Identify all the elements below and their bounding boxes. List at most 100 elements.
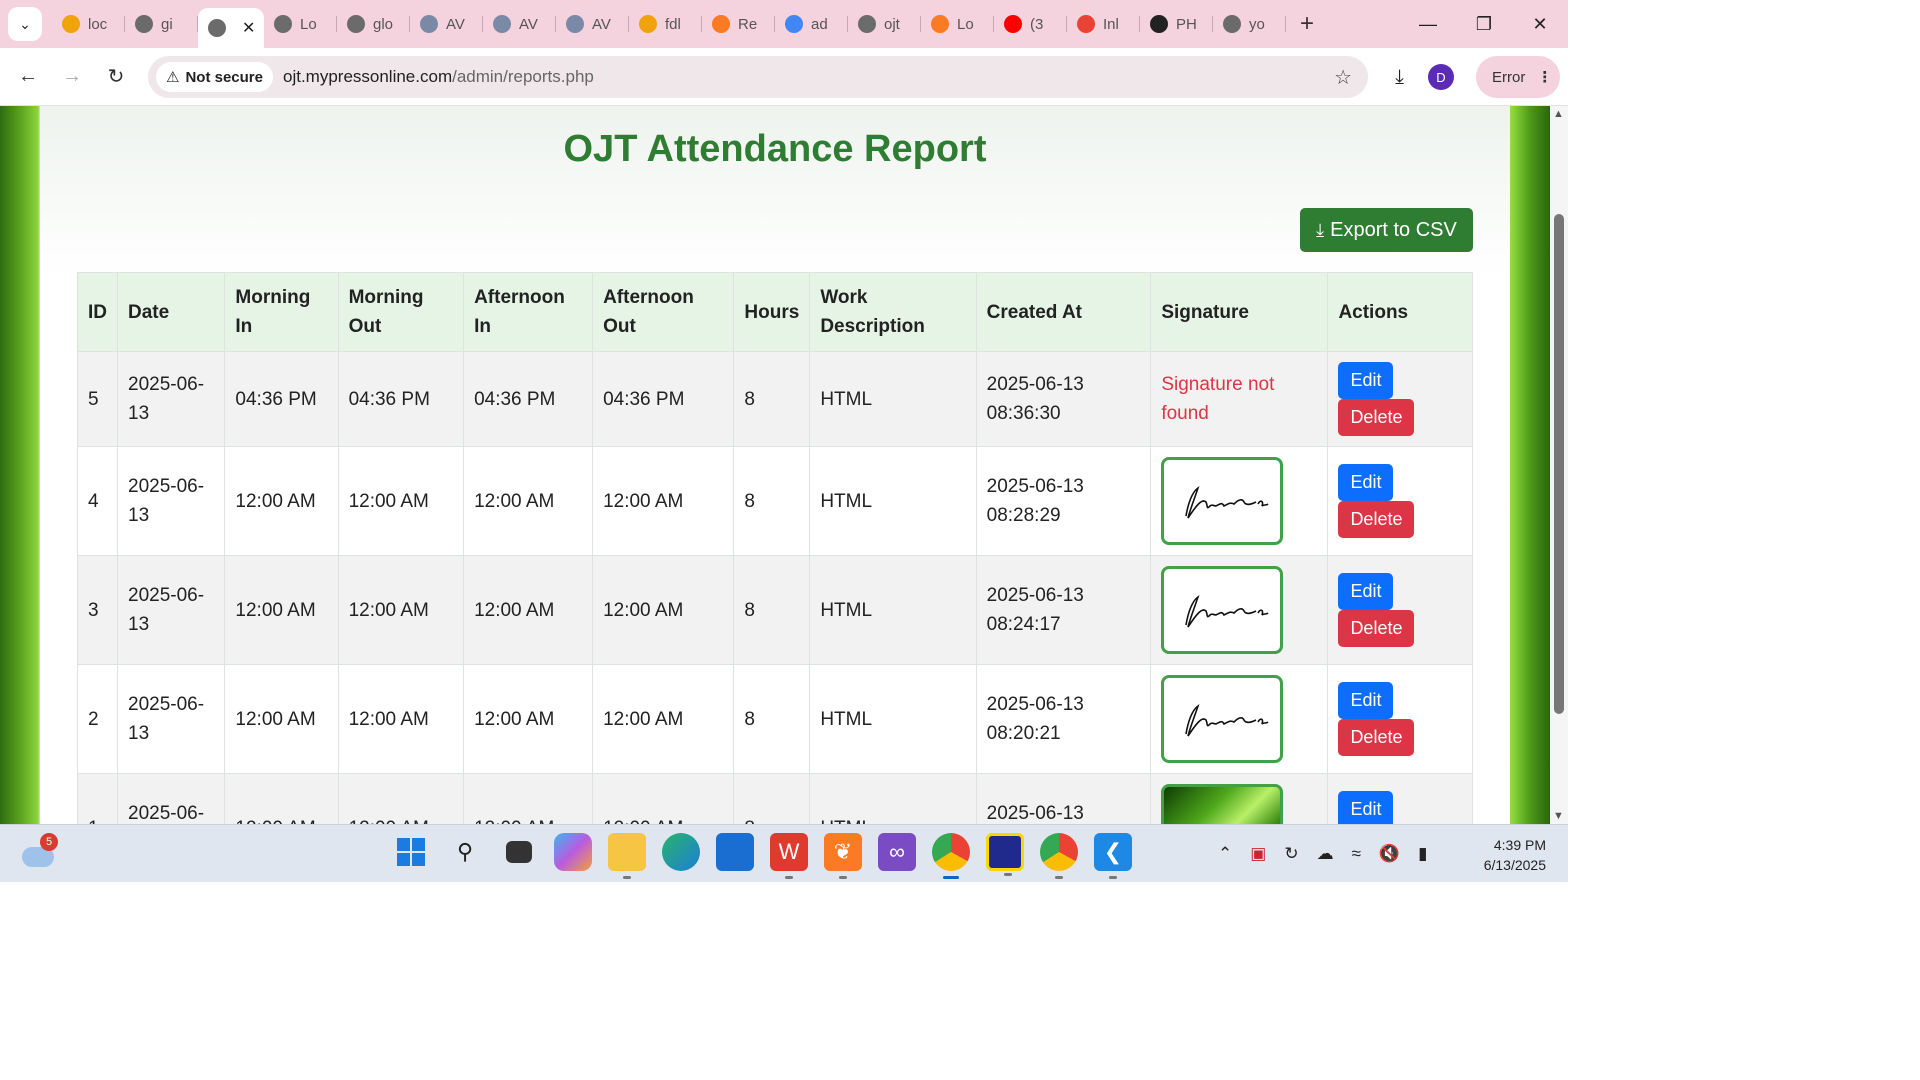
browser-tab[interactable]: PH xyxy=(1140,7,1213,41)
close-window-icon[interactable]: ✕ xyxy=(1512,14,1568,35)
minimize-icon[interactable]: — xyxy=(1400,14,1456,35)
browser-tab[interactable]: Inl xyxy=(1067,7,1140,41)
browser-tab[interactable]: yo xyxy=(1213,7,1286,41)
edit-button[interactable]: Edit xyxy=(1338,791,1394,824)
task-view-icon[interactable] xyxy=(506,841,532,863)
browser-tab[interactable]: glo xyxy=(337,7,410,41)
browser-tab[interactable]: ad xyxy=(775,7,848,41)
browser-tab[interactable]: AV xyxy=(556,7,629,41)
browser-tab[interactable]: ojt xyxy=(848,7,921,41)
scrollbar-thumb[interactable] xyxy=(1554,214,1564,714)
taskbar-clock[interactable]: 4:39 PM 6/13/2025 xyxy=(1484,835,1546,875)
copilot-icon[interactable] xyxy=(554,833,592,871)
chrome-icon[interactable] xyxy=(932,833,970,879)
chrome-profile-icon[interactable] xyxy=(1040,833,1078,879)
tab-label: Lo xyxy=(957,15,974,33)
visual-studio-icon[interactable]: ∞ xyxy=(878,833,916,871)
chevron-up-icon[interactable]: ⌃ xyxy=(1218,844,1232,864)
tab-label: gi xyxy=(161,15,173,33)
signature-image[interactable] xyxy=(1161,457,1284,545)
delete-button[interactable]: Delete xyxy=(1338,610,1415,647)
delete-button[interactable]: Delete xyxy=(1338,501,1415,538)
edit-button[interactable]: Edit xyxy=(1338,682,1394,719)
cell-date: 2025-06-13 xyxy=(116,446,226,556)
sync-icon[interactable]: ↻ xyxy=(1284,844,1298,864)
delete-button[interactable]: Delete xyxy=(1338,399,1415,436)
signature-image[interactable] xyxy=(1161,566,1284,654)
edge-icon[interactable] xyxy=(662,833,700,871)
cell-date: 2025-06-13 xyxy=(116,773,226,824)
browser-tab[interactable]: ✕ xyxy=(198,8,264,48)
signature-scribble xyxy=(1185,595,1269,628)
edit-button[interactable]: Edit xyxy=(1338,573,1394,610)
onedrive-icon[interactable]: ☁ xyxy=(1317,844,1334,864)
browser-tab[interactable]: gi xyxy=(125,7,198,41)
xampp-icon[interactable]: ❦ xyxy=(824,833,862,879)
cell-morning-out: 12:00 AM xyxy=(337,555,465,665)
tab-search-button[interactable]: ⌄ xyxy=(8,7,42,41)
forward-icon[interactable]: → xyxy=(50,65,94,88)
signature-image[interactable] xyxy=(1161,784,1284,824)
weather-widget[interactable]: 5 xyxy=(22,833,58,867)
error-menu-button[interactable]: Error ⋮ xyxy=(1476,56,1560,98)
column-header: Afternoon In xyxy=(463,272,594,352)
taskbar-apps: ⚲ W ❦ ∞ ❮ xyxy=(392,833,1148,879)
browser-tab[interactable]: (3 xyxy=(994,7,1067,41)
url-text[interactable]: ojt.mypressonline.com/admin/reports.php xyxy=(283,67,594,87)
search-icon[interactable]: ⚲ xyxy=(446,833,484,871)
scroll-down-icon[interactable]: ▼ xyxy=(1553,810,1564,822)
signature-scribble xyxy=(1185,704,1269,737)
store-icon[interactable] xyxy=(716,833,754,871)
cell-id: 2 xyxy=(77,664,118,774)
signature-missing-text: Signature not found xyxy=(1161,374,1275,424)
new-tab-button[interactable]: + xyxy=(1300,10,1314,38)
browser-tab[interactable]: Lo xyxy=(921,7,994,41)
wifi-icon[interactable]: ≈ xyxy=(1352,844,1361,864)
cell-afternoon-in: 12:00 AM xyxy=(463,773,594,824)
start-icon[interactable] xyxy=(392,833,430,871)
download-icon[interactable]: ⤓ xyxy=(1395,66,1404,89)
tab-label: (3 xyxy=(1030,15,1044,33)
xampp-icon xyxy=(931,15,949,33)
close-tab-icon[interactable]: ✕ xyxy=(242,18,255,38)
edit-button[interactable]: Edit xyxy=(1338,464,1394,501)
restore-icon[interactable]: ❐ xyxy=(1456,14,1512,35)
vscode-icon[interactable]: ❮ xyxy=(1094,833,1132,879)
volume-muted-icon[interactable]: 🔇 xyxy=(1379,844,1400,864)
app-tray-icon[interactable]: ▣ xyxy=(1250,844,1266,864)
cell-id: 3 xyxy=(77,555,118,665)
security-chip[interactable]: ⚠ Not secure xyxy=(156,62,273,92)
column-header: Morning In xyxy=(224,272,339,352)
column-header: Signature xyxy=(1150,272,1329,352)
table-row: 3 2025-06-13 12:00 AM 12:00 AM 12:00 AM 12:00… xyxy=(77,555,1473,665)
signature-scribble xyxy=(1185,486,1269,519)
toolbar-right: ⤓ D Error ⋮ xyxy=(1395,56,1560,98)
scroll-up-icon[interactable]: ▲ xyxy=(1553,108,1564,120)
browser-tab[interactable]: AV xyxy=(483,7,556,41)
window-controls: — ❐ ✕ xyxy=(1400,0,1568,48)
page-scrollbar[interactable]: ▲ ▼ xyxy=(1550,106,1568,824)
browser-tab[interactable]: loc xyxy=(52,7,125,41)
export-csv-button[interactable]: ⤓ Export to CSV xyxy=(1300,208,1473,252)
wps-icon[interactable]: W xyxy=(770,833,808,879)
address-bar[interactable]: ⚠ Not secure ojt.mypressonline.com/admin… xyxy=(148,56,1368,98)
cell-morning-in: 12:00 AM xyxy=(224,555,339,665)
browser-tab[interactable]: Re xyxy=(702,7,775,41)
edit-button[interactable]: Edit xyxy=(1338,362,1394,399)
bookmark-star-icon[interactable]: ☆ xyxy=(1334,65,1352,90)
cell-actions: EditDelete xyxy=(1327,446,1473,556)
file-explorer-icon[interactable] xyxy=(608,833,646,879)
column-header: Created At xyxy=(975,272,1152,352)
notes-icon[interactable] xyxy=(986,833,1024,876)
browser-tab[interactable]: AV xyxy=(410,7,483,41)
profile-avatar[interactable]: D xyxy=(1428,64,1454,90)
reload-icon[interactable]: ↻ xyxy=(94,64,138,89)
browser-tab[interactable]: fdl xyxy=(629,7,702,41)
page-title: OJT Attendance Report xyxy=(563,128,987,170)
battery-icon[interactable]: ▮ xyxy=(1418,844,1427,864)
cell-afternoon-out: 12:00 AM xyxy=(592,555,735,665)
delete-button[interactable]: Delete xyxy=(1338,719,1415,756)
browser-tab[interactable]: Lo xyxy=(264,7,337,41)
signature-image[interactable] xyxy=(1161,675,1284,763)
back-icon[interactable]: ← xyxy=(6,65,50,88)
